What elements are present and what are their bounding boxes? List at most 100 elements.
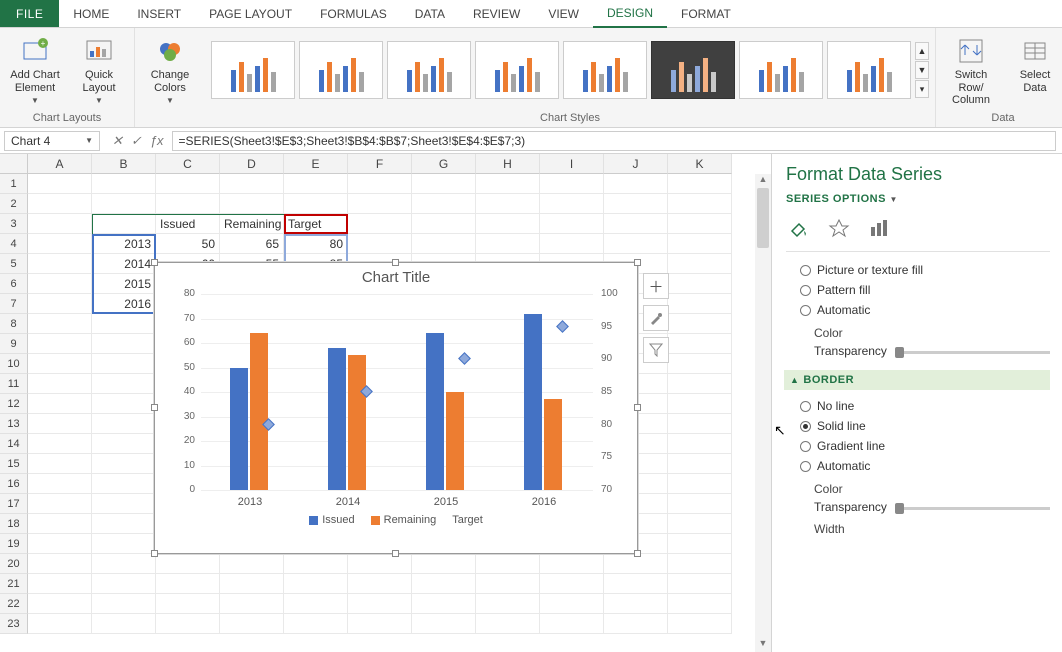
scroll-thumb[interactable] <box>757 188 769 248</box>
col-header-G[interactable]: G <box>412 154 476 174</box>
row-header-5[interactable]: 5 <box>0 254 28 274</box>
row-header-13[interactable]: 13 <box>0 414 28 434</box>
cell[interactable] <box>284 614 348 634</box>
styles-more[interactable]: ▾ <box>915 80 929 98</box>
cell[interactable] <box>476 214 540 234</box>
cell[interactable] <box>668 174 732 194</box>
row-header-21[interactable]: 21 <box>0 574 28 594</box>
cell[interactable] <box>28 394 92 414</box>
col-header-A[interactable]: A <box>28 154 92 174</box>
cell[interactable] <box>28 274 92 294</box>
cell[interactable] <box>28 194 92 214</box>
cell[interactable] <box>92 194 156 214</box>
quick-layout-button[interactable]: Quick Layout ▼ <box>70 31 128 109</box>
fill-transparency-slider[interactable] <box>895 351 1050 354</box>
tab-data[interactable]: DATA <box>401 0 459 27</box>
chart-style-4[interactable] <box>475 41 559 99</box>
name-box[interactable]: Chart 4 ▼ <box>4 131 100 151</box>
cell[interactable] <box>348 554 412 574</box>
cell[interactable] <box>92 334 156 354</box>
cell[interactable] <box>220 554 284 574</box>
tab-format[interactable]: FORMAT <box>667 0 745 27</box>
cell[interactable] <box>604 174 668 194</box>
cell[interactable] <box>540 574 604 594</box>
cell[interactable] <box>348 234 412 254</box>
tab-insert[interactable]: INSERT <box>123 0 195 27</box>
cell[interactable] <box>92 354 156 374</box>
tab-design[interactable]: DESIGN <box>593 0 667 28</box>
cell[interactable] <box>476 614 540 634</box>
cell[interactable] <box>92 394 156 414</box>
chart-styles-button[interactable] <box>643 305 669 331</box>
cell[interactable] <box>220 174 284 194</box>
cell[interactable] <box>604 594 668 614</box>
cell[interactable] <box>284 594 348 614</box>
tab-view[interactable]: VIEW <box>534 0 593 27</box>
cell[interactable] <box>28 574 92 594</box>
cell[interactable] <box>92 454 156 474</box>
col-header-H[interactable]: H <box>476 154 540 174</box>
col-header-F[interactable]: F <box>348 154 412 174</box>
row-header-7[interactable]: 7 <box>0 294 28 314</box>
cell-C4[interactable]: 50 <box>156 234 220 254</box>
row-header-16[interactable]: 16 <box>0 474 28 494</box>
cell-B5[interactable]: 2014 <box>92 254 156 274</box>
series-options-dropdown[interactable]: SERIES OPTIONS ▼ <box>786 193 1050 205</box>
cell[interactable] <box>28 314 92 334</box>
chart-style-6[interactable] <box>651 41 735 99</box>
cell[interactable] <box>412 214 476 234</box>
cell[interactable] <box>28 374 92 394</box>
cell[interactable] <box>668 434 732 454</box>
embedded-chart[interactable]: Chart Title 0102030405060708070758085909… <box>154 262 638 554</box>
bar-group[interactable] <box>228 294 272 490</box>
row-header-1[interactable]: 1 <box>0 174 28 194</box>
cell[interactable] <box>220 194 284 214</box>
cell-C3[interactable]: Issued <box>156 214 220 234</box>
switch-row-column-button[interactable]: Switch Row/ Column <box>942 31 1000 109</box>
cell[interactable] <box>92 494 156 514</box>
cell[interactable] <box>668 234 732 254</box>
cell-B7[interactable]: 2016 <box>92 294 156 314</box>
cell[interactable] <box>92 414 156 434</box>
cell[interactable] <box>668 294 732 314</box>
cell[interactable] <box>540 214 604 234</box>
row-header-17[interactable]: 17 <box>0 494 28 514</box>
cell[interactable] <box>284 174 348 194</box>
cell[interactable] <box>668 514 732 534</box>
cell[interactable] <box>92 374 156 394</box>
cell[interactable] <box>668 614 732 634</box>
row-header-11[interactable]: 11 <box>0 374 28 394</box>
cell[interactable] <box>540 614 604 634</box>
row-header-14[interactable]: 14 <box>0 434 28 454</box>
cell[interactable] <box>668 554 732 574</box>
cell[interactable] <box>28 474 92 494</box>
cell[interactable] <box>540 174 604 194</box>
cell[interactable] <box>348 194 412 214</box>
cell[interactable] <box>156 194 220 214</box>
cell[interactable] <box>28 214 92 234</box>
row-header-23[interactable]: 23 <box>0 614 28 634</box>
row-header-18[interactable]: 18 <box>0 514 28 534</box>
select-data-button[interactable]: Select Data <box>1006 31 1062 109</box>
border-transparency-slider[interactable] <box>895 507 1050 510</box>
cell[interactable] <box>668 454 732 474</box>
chart-style-2[interactable] <box>299 41 383 99</box>
cell[interactable] <box>28 434 92 454</box>
col-header-C[interactable]: C <box>156 154 220 174</box>
cell[interactable] <box>668 194 732 214</box>
scroll-up-icon[interactable]: ▲ <box>755 174 771 188</box>
col-header-K[interactable]: K <box>668 154 732 174</box>
tab-review[interactable]: REVIEW <box>459 0 534 27</box>
cell-D4[interactable]: 65 <box>220 234 284 254</box>
row-header-15[interactable]: 15 <box>0 454 28 474</box>
series-options-icon[interactable] <box>866 215 892 241</box>
cell[interactable] <box>92 434 156 454</box>
cell[interactable] <box>92 594 156 614</box>
cell-D3[interactable]: Remaining <box>220 214 284 234</box>
row-header-10[interactable]: 10 <box>0 354 28 374</box>
cell[interactable] <box>156 174 220 194</box>
cell[interactable] <box>604 234 668 254</box>
cell[interactable] <box>220 594 284 614</box>
cell[interactable] <box>28 534 92 554</box>
cell[interactable] <box>348 614 412 634</box>
